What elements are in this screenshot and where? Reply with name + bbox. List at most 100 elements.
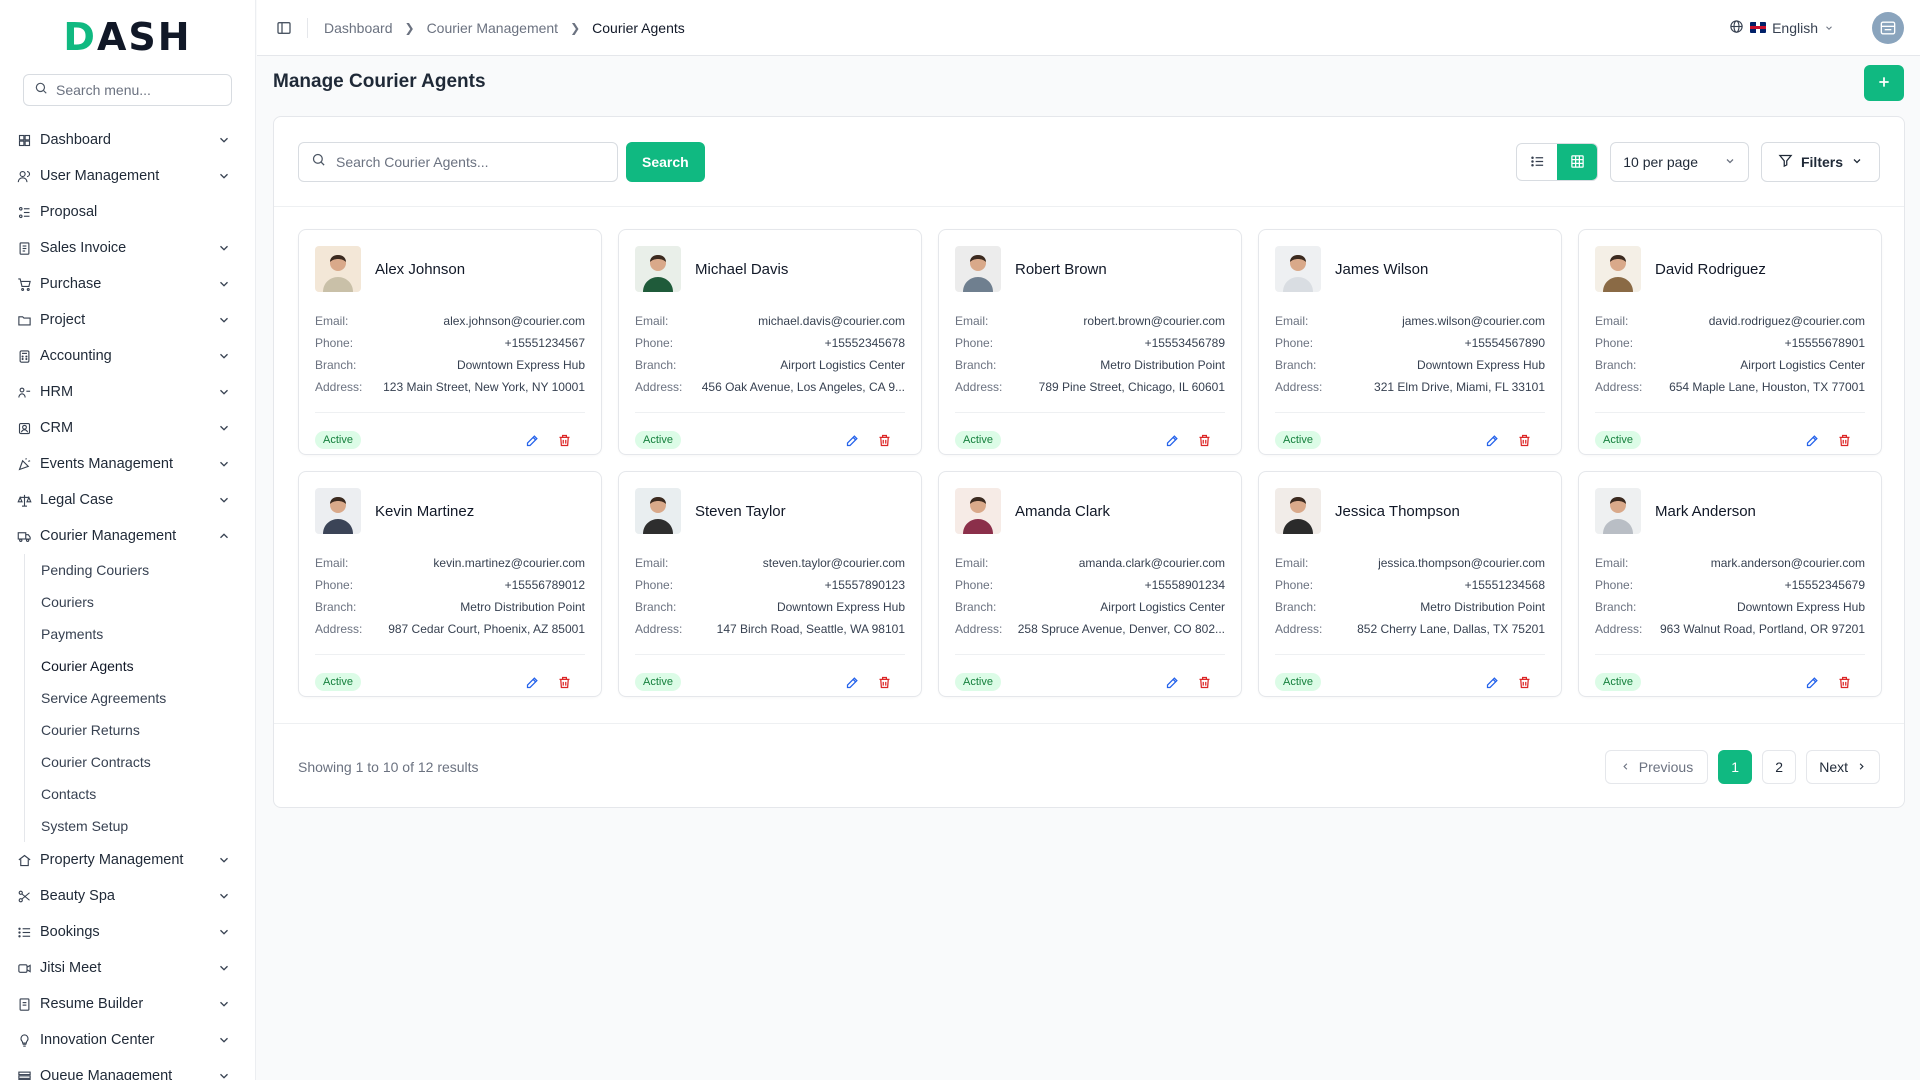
per-page-select[interactable]: 10 per page [1610, 141, 1749, 182]
trash-icon[interactable] [1835, 431, 1853, 449]
sidebar-item-user-management[interactable]: User Management [0, 158, 255, 194]
video-icon [16, 960, 32, 976]
card-actions [843, 673, 893, 691]
sidebar-item-dashboard[interactable]: Dashboard [0, 122, 255, 158]
submenu-item-couriers[interactable]: Couriers [41, 586, 255, 618]
submenu-item-system-setup[interactable]: System Setup [41, 810, 255, 842]
edit-icon[interactable] [523, 431, 541, 449]
agent-address: 258 Spruce Avenue, Denver, CO 802... [1017, 622, 1225, 636]
sidebar-toggle-icon[interactable] [273, 17, 295, 39]
trash-icon[interactable] [1515, 673, 1533, 691]
submenu-item-service-agreements[interactable]: Service Agreements [41, 682, 255, 714]
submenu-item-courier-contracts[interactable]: Courier Contracts [41, 746, 255, 778]
proposal-icon [16, 204, 32, 220]
edit-icon[interactable] [1483, 431, 1501, 449]
grid-view-icon[interactable] [1557, 143, 1598, 180]
sidebar-item-property-management[interactable]: Property Management [0, 842, 255, 878]
sidebar-item-resume-builder[interactable]: Resume Builder [0, 986, 255, 1022]
sidebar-item-events-management[interactable]: Events Management [0, 446, 255, 482]
submenu-item-courier-returns[interactable]: Courier Returns [41, 714, 255, 746]
next-page-button[interactable]: Next [1806, 749, 1880, 784]
trash-icon[interactable] [555, 673, 573, 691]
breadcrumb-courier-management[interactable]: Courier Management [427, 20, 559, 36]
topbar: Dashboard ❯ Courier Management ❯ Courier… [257, 0, 1920, 56]
agent-search-input[interactable] [336, 153, 605, 170]
edit-icon[interactable] [523, 673, 541, 691]
search-icon [34, 81, 48, 100]
page-button-2[interactable]: 2 [1762, 749, 1797, 784]
agent-phone: +15553456789 [1144, 336, 1225, 350]
submenu-item-payments[interactable]: Payments [41, 618, 255, 650]
sidebar-item-label: Events Management [40, 456, 173, 472]
sidebar-item-project[interactable]: Project [0, 302, 255, 338]
edit-icon[interactable] [843, 431, 861, 449]
sidebar-item-hrm[interactable]: HRM [0, 374, 255, 410]
sidebar-item-label: Legal Case [40, 492, 114, 508]
edit-icon[interactable] [1163, 673, 1181, 691]
trash-icon[interactable] [875, 431, 893, 449]
list-view-icon[interactable] [1517, 144, 1557, 180]
agent-email: steven.taylor@courier.com [762, 556, 905, 570]
agent-photo [955, 488, 1001, 534]
submenu-item-pending-couriers[interactable]: Pending Couriers [41, 554, 255, 586]
address-label: Address: [955, 380, 1003, 394]
trash-icon[interactable] [1195, 431, 1213, 449]
agent-details: Email: james.wilson@courier.com Phone: +155… [1275, 310, 1545, 398]
agent-branch: Downtown Express Hub [456, 358, 585, 372]
filters-button[interactable]: Filters [1760, 141, 1880, 182]
trash-icon[interactable] [1835, 673, 1853, 691]
chevron-down-icon [217, 457, 231, 471]
breadcrumb: Dashboard ❯ Courier Management ❯ Courier… [324, 20, 685, 36]
trash-icon[interactable] [555, 431, 573, 449]
language-selector[interactable]: English [1729, 19, 1834, 37]
edit-icon[interactable] [1483, 673, 1501, 691]
agent-card: Steven Taylor Email: steven.taylor@courier… [618, 471, 922, 697]
submenu-item-contacts[interactable]: Contacts [41, 778, 255, 810]
edit-icon[interactable] [843, 673, 861, 691]
previous-page-button[interactable]: Previous [1604, 749, 1709, 784]
trash-icon[interactable] [875, 673, 893, 691]
sidebar-item-queue-management[interactable]: Queue Management [0, 1058, 255, 1080]
edit-icon[interactable] [1803, 431, 1821, 449]
trash-icon[interactable] [1195, 673, 1213, 691]
trash-icon[interactable] [1515, 431, 1533, 449]
app-root: DASH Dashboard User Management Proposal Sal… [0, 0, 1920, 1080]
per-page-value: 10 per page [1623, 153, 1698, 170]
agent-details: Email: robert.brown@courier.com Phone: +155… [955, 310, 1225, 398]
sidebar-item-jitsi-meet[interactable]: Jitsi Meet [0, 950, 255, 986]
status-badge: Active [315, 673, 361, 691]
agent-card: David Rodriguez Email: david.rodriguez@cou… [1578, 229, 1882, 455]
agent-card-header: Jessica Thompson [1275, 488, 1545, 534]
chevron-right-icon [1856, 759, 1867, 775]
breadcrumb-dashboard[interactable]: Dashboard [324, 20, 393, 36]
sidebar-item-accounting[interactable]: Accounting [0, 338, 255, 374]
edit-icon[interactable] [1803, 673, 1821, 691]
sidebar-item-beauty-spa[interactable]: Beauty Spa [0, 878, 255, 914]
sidebar-item-crm[interactable]: CRM [0, 410, 255, 446]
sidebar-item-innovation-center[interactable]: Innovation Center [0, 1022, 255, 1058]
agent-branch-row: Branch: Downtown Express Hub [635, 596, 905, 618]
logo[interactable]: DASH [0, 0, 255, 74]
sidebar-item-purchase[interactable]: Purchase [0, 266, 255, 302]
chevron-down-icon [1724, 154, 1736, 170]
user-avatar[interactable] [1872, 11, 1904, 44]
sidebar-item-sales-invoice[interactable]: Sales Invoice [0, 230, 255, 266]
agent-address-row: Address: 258 Spruce Avenue, Denver, CO 80… [955, 618, 1225, 640]
agent-branch: Downtown Express Hub [1416, 358, 1545, 372]
search-button[interactable]: Search [626, 141, 705, 182]
agent-photo [635, 246, 681, 292]
sidebar-search-input[interactable] [56, 82, 221, 98]
sidebar-item-proposal[interactable]: Proposal [0, 194, 255, 230]
sidebar-item-courier-management[interactable]: Courier Management [0, 518, 255, 554]
agent-details: Email: kevin.martinez@courier.com Phone: +1… [315, 552, 585, 640]
sidebar-item-bookings[interactable]: Bookings [0, 914, 255, 950]
add-agent-button[interactable] [1864, 65, 1904, 101]
agent-details: Email: amanda.clark@courier.com Phone: +155… [955, 552, 1225, 640]
submenu-item-courier-agents[interactable]: Courier Agents [41, 650, 255, 682]
edit-icon[interactable] [1163, 431, 1181, 449]
sidebar-item-legal-case[interactable]: Legal Case [0, 482, 255, 518]
page-button-1[interactable]: 1 [1718, 749, 1753, 784]
agent-card-footer: Active [1275, 412, 1545, 449]
agent-photo [1275, 246, 1321, 292]
email-label: Email: [955, 556, 989, 570]
